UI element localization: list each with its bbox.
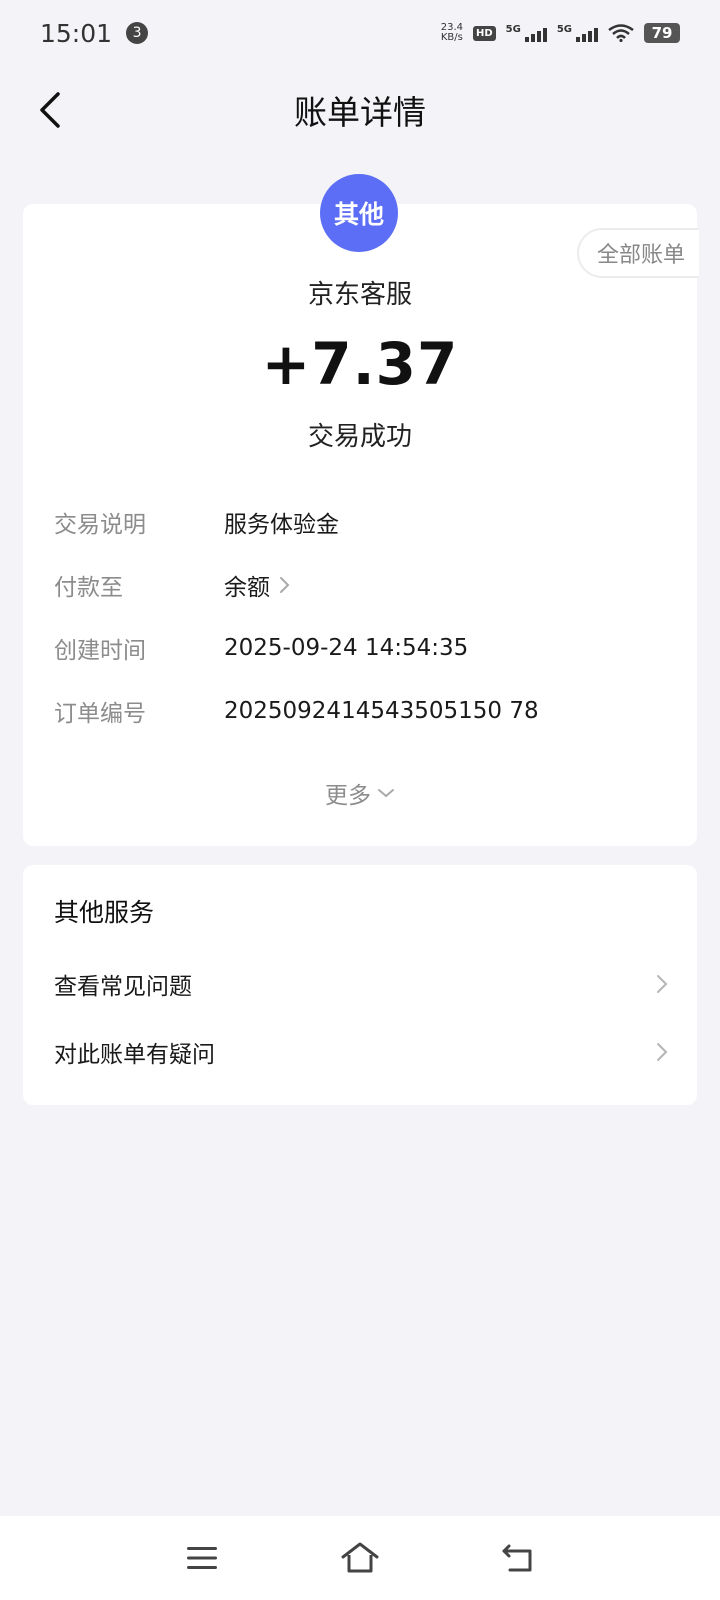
network-speed-unit: KB/s bbox=[440, 32, 463, 43]
detail-value[interactable]: 余额 bbox=[224, 568, 292, 602]
all-bills-button[interactable]: 全部账单 bbox=[576, 228, 699, 278]
hd-voice-icon: HD bbox=[472, 25, 496, 41]
status-left: 15:01 3 bbox=[40, 18, 149, 48]
detail-label: 订单编号 bbox=[54, 701, 146, 727]
service-item-dispute[interactable]: 对此账单有疑问 bbox=[54, 1027, 670, 1077]
transaction-status: 交易成功 bbox=[307, 422, 412, 452]
more-toggle[interactable]: 更多 bbox=[23, 776, 697, 810]
detail-row-payee[interactable]: 付款至 余额 bbox=[54, 565, 654, 605]
battery-icon: 79 bbox=[644, 23, 680, 43]
services-card: 其他服务 查看常见问题 对此账单有疑问 bbox=[23, 865, 697, 1105]
chevron-down-icon bbox=[378, 789, 394, 798]
signal-type-label: 5G bbox=[556, 24, 572, 35]
order-number-value: 2025092414543505150 78 bbox=[224, 698, 539, 724]
chevron-right-icon bbox=[657, 1043, 668, 1061]
detail-label: 付款至 bbox=[54, 575, 123, 601]
menu-button[interactable] bbox=[178, 1534, 226, 1582]
service-item-faq[interactable]: 查看常见问题 bbox=[54, 959, 670, 1009]
more-label[interactable]: 更多 bbox=[325, 776, 371, 810]
chevron-right-icon bbox=[280, 577, 290, 593]
nav-bar: 账单详情 bbox=[0, 70, 720, 150]
system-navigation-bar bbox=[0, 1516, 720, 1600]
status-bar: 15:01 3 23.4 KB/s HD 5G 5G 79 bbox=[0, 0, 720, 66]
page-title: 账单详情 bbox=[294, 93, 426, 132]
services-title: 其他服务 bbox=[54, 898, 155, 927]
bill-card: 其他 全部账单 京东客服 +7.37 交易成功 交易说明 服务体验金 付款至 余… bbox=[23, 174, 699, 846]
back-button[interactable] bbox=[26, 86, 74, 134]
detail-label: 交易说明 bbox=[54, 512, 146, 538]
created-time-value: 2025-09-24 14:54:35 bbox=[224, 635, 469, 661]
return-button[interactable] bbox=[494, 1534, 542, 1582]
wifi-icon bbox=[608, 24, 634, 42]
merchant-name: 京东客服 bbox=[307, 280, 412, 310]
service-item-label: 对此账单有疑问 bbox=[54, 1042, 215, 1068]
detail-value: 2025-09-24 14:54:35 bbox=[224, 635, 468, 661]
home-button[interactable] bbox=[336, 1534, 384, 1582]
notification-count-badge: 3 bbox=[126, 22, 149, 44]
payee-value[interactable]: 余额 bbox=[224, 568, 270, 602]
cellular-signal-icon: 5G bbox=[557, 24, 598, 42]
description-value: 服务体验金 bbox=[224, 512, 339, 538]
home-icon bbox=[341, 1542, 379, 1573]
cellular-signal-icon: 5G bbox=[506, 24, 547, 42]
detail-row-description: 交易说明 服务体验金 bbox=[54, 502, 654, 542]
chevron-right-icon bbox=[657, 975, 668, 993]
menu-icon bbox=[187, 1547, 217, 1569]
status-right: 23.4 KB/s HD 5G 5G 79 bbox=[441, 23, 680, 43]
clock: 15:01 bbox=[40, 18, 113, 48]
back-arrow-icon bbox=[40, 92, 60, 128]
category-avatar: 其他 bbox=[320, 174, 398, 252]
return-icon bbox=[502, 1544, 532, 1572]
detail-row-created-time: 创建时间 2025-09-24 14:54:35 bbox=[54, 628, 654, 668]
detail-value: 服务体验金 bbox=[224, 505, 339, 539]
detail-row-order-number: 订单编号 2025092414543505150 78 bbox=[54, 691, 654, 731]
network-speed: 23.4 KB/s bbox=[441, 23, 463, 43]
transaction-amount: +7.37 bbox=[261, 330, 459, 398]
detail-value: 2025092414543505150 78 bbox=[224, 698, 539, 724]
service-item-label: 查看常见问题 bbox=[54, 974, 192, 1000]
detail-label: 创建时间 bbox=[54, 638, 146, 664]
signal-type-label: 5G bbox=[505, 24, 521, 35]
